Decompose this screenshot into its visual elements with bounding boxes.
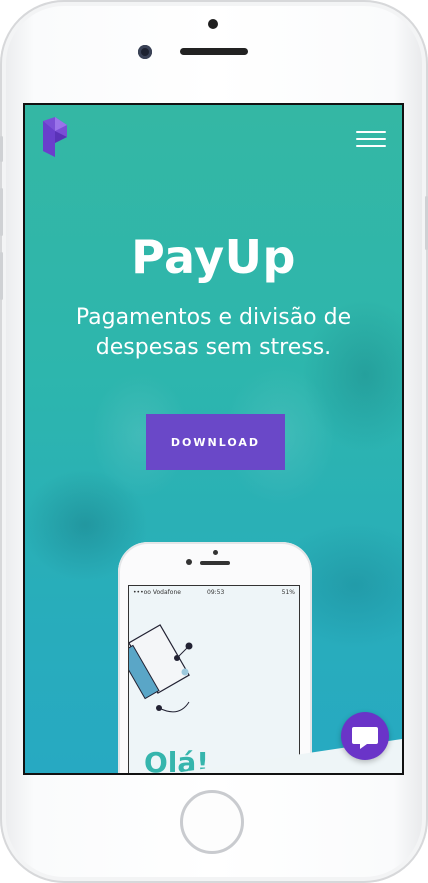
chat-button[interactable] bbox=[341, 712, 389, 760]
mini-carrier: •••oo Vodafone bbox=[133, 589, 181, 596]
mini-phone-speaker bbox=[200, 561, 230, 565]
hero-subtitle: Pagamentos e divisão de despesas sem str… bbox=[75, 305, 352, 360]
mini-battery: 51% bbox=[281, 589, 295, 596]
chat-bubble-icon bbox=[352, 727, 378, 749]
hamburger-menu-icon[interactable] bbox=[356, 131, 386, 149]
phone-frame: PayUp Pagamentos e divisão de despesas s… bbox=[0, 0, 428, 883]
phone-side-button bbox=[0, 252, 3, 300]
download-button[interactable]: DOWNLOAD bbox=[146, 414, 285, 470]
mini-status-bar: •••oo Vodafone 09:53 51% bbox=[129, 586, 299, 598]
mini-phone-camera bbox=[186, 559, 192, 565]
front-camera-icon bbox=[138, 45, 152, 59]
mini-phone-sensor bbox=[213, 550, 218, 555]
payup-logo-icon[interactable] bbox=[41, 117, 69, 157]
page-title: PayUp bbox=[131, 230, 296, 284]
home-button[interactable] bbox=[180, 790, 244, 854]
phone-sensor bbox=[208, 19, 218, 29]
app-screen: PayUp Pagamentos e divisão de despesas s… bbox=[23, 103, 404, 775]
wallet-illustration-icon bbox=[129, 624, 193, 713]
phone-speaker bbox=[180, 48, 248, 55]
phone-side-button bbox=[0, 136, 3, 162]
mini-time: 09:53 bbox=[207, 589, 225, 596]
phone-side-button bbox=[0, 188, 3, 236]
